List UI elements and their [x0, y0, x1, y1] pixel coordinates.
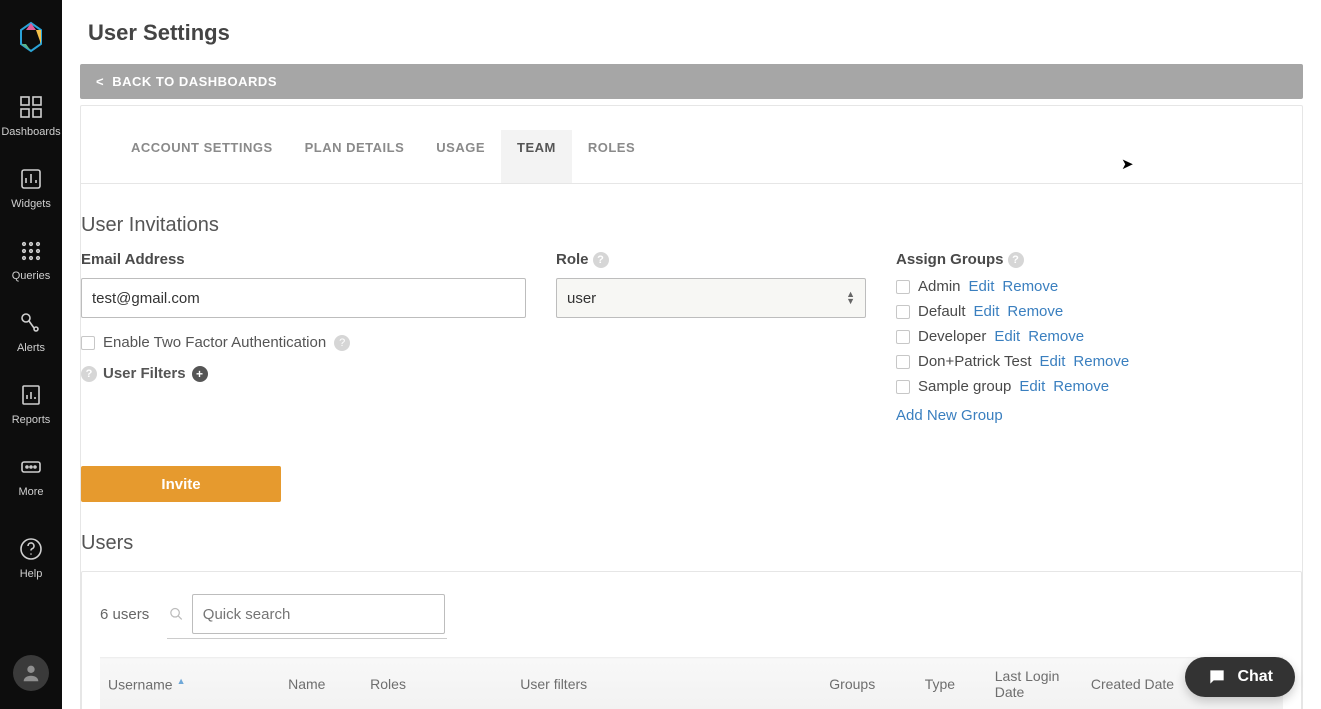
user-avatar[interactable]: [13, 655, 49, 691]
chat-label: Chat: [1237, 668, 1273, 686]
add-new-group-link[interactable]: Add New Group: [896, 407, 1003, 424]
sidebar-item-widgets[interactable]: Widgets: [11, 166, 51, 210]
group-checkbox[interactable]: [896, 380, 910, 394]
edit-group-link[interactable]: Edit: [994, 328, 1020, 345]
app-logo: [14, 20, 48, 54]
sidebar-item-label: Dashboards: [1, 126, 60, 138]
dashboards-icon: [18, 94, 44, 120]
group-checkbox[interactable]: [896, 355, 910, 369]
widgets-icon: [18, 166, 44, 192]
sidebar-item-label: Alerts: [17, 342, 45, 354]
group-checkbox[interactable]: [896, 280, 910, 294]
group-item: Don+Patrick Test Edit Remove: [896, 353, 1302, 370]
tab-plan-details[interactable]: PLAN DETAILS: [289, 130, 421, 183]
users-heading: Users: [81, 532, 1302, 555]
sidebar-item-label: Help: [20, 568, 43, 580]
group-name: Admin: [918, 278, 961, 295]
settings-panel: ACCOUNT SETTINGS PLAN DETAILS USAGE TEAM…: [80, 105, 1303, 709]
email-label: Email Address: [81, 251, 526, 268]
group-item: Developer Edit Remove: [896, 328, 1302, 345]
remove-group-link[interactable]: Remove: [1073, 353, 1129, 370]
chat-button[interactable]: Chat: [1185, 657, 1295, 697]
group-list: Admin Edit Remove Default Edit Remove: [896, 278, 1302, 395]
sidebar-item-label: Reports: [12, 414, 51, 426]
group-item: Default Edit Remove: [896, 303, 1302, 320]
group-checkbox[interactable]: [896, 305, 910, 319]
two-factor-label: Enable Two Factor Authentication: [103, 334, 326, 351]
users-table: Username▲ Name Roles User filters Groups…: [100, 657, 1283, 709]
group-checkbox[interactable]: [896, 330, 910, 344]
back-label: BACK TO DASHBOARDS: [112, 74, 277, 89]
group-item: Sample group Edit Remove: [896, 378, 1302, 395]
two-factor-checkbox[interactable]: [81, 336, 95, 350]
column-user-filters[interactable]: User filters: [512, 658, 821, 709]
page-title: User Settings: [62, 0, 1321, 64]
column-type[interactable]: Type: [917, 658, 987, 709]
user-invitations-heading: User Invitations: [81, 214, 1302, 237]
role-value: user: [567, 290, 596, 307]
help-icon[interactable]: ?: [1008, 252, 1024, 268]
alerts-icon: [18, 310, 44, 336]
tab-account-settings[interactable]: ACCOUNT SETTINGS: [115, 130, 289, 183]
sidebar-item-queries[interactable]: Queries: [12, 238, 51, 282]
search-input[interactable]: [192, 594, 445, 634]
quick-search[interactable]: [167, 590, 447, 639]
group-name: Developer: [918, 328, 986, 345]
invite-button[interactable]: Invite: [81, 466, 281, 502]
remove-group-link[interactable]: Remove: [1028, 328, 1084, 345]
column-last-login[interactable]: Last Login Date: [987, 658, 1083, 709]
more-icon: [18, 454, 44, 480]
add-filter-button[interactable]: +: [192, 366, 208, 382]
sidebar-item-alerts[interactable]: Alerts: [17, 310, 45, 354]
sidebar-item-more[interactable]: More: [18, 454, 44, 498]
search-icon: [169, 606, 184, 622]
users-panel: 6 users Username▲ Name: [81, 571, 1302, 709]
sidebar-item-help[interactable]: Help: [18, 536, 44, 580]
back-to-dashboards-button[interactable]: < BACK TO DASHBOARDS: [80, 64, 1303, 99]
select-caret-icon: ▲▼: [846, 291, 855, 305]
table-header-row: Username▲ Name Roles User filters Groups…: [100, 658, 1283, 709]
column-username[interactable]: Username▲: [100, 658, 280, 709]
column-name[interactable]: Name: [280, 658, 362, 709]
queries-icon: [18, 238, 44, 264]
group-name: Don+Patrick Test: [918, 353, 1032, 370]
tab-roles[interactable]: ROLES: [572, 130, 651, 183]
remove-group-link[interactable]: Remove: [1007, 303, 1063, 320]
help-icon[interactable]: ?: [593, 252, 609, 268]
sort-asc-icon: ▲: [177, 676, 186, 686]
role-select[interactable]: user ▲▼: [556, 278, 866, 318]
edit-group-link[interactable]: Edit: [974, 303, 1000, 320]
user-count: 6 users: [100, 606, 149, 623]
help-icon[interactable]: ?: [81, 366, 97, 382]
remove-group-link[interactable]: Remove: [1002, 278, 1058, 295]
sidebar-item-label: Queries: [12, 270, 51, 282]
column-groups[interactable]: Groups: [821, 658, 916, 709]
sidebar-item-reports[interactable]: Reports: [12, 382, 51, 426]
help-icon[interactable]: ?: [334, 335, 350, 351]
main-content: User Settings ➤ < BACK TO DASHBOARDS ACC…: [62, 0, 1321, 709]
sidebar: Dashboards Widgets Queries Alerts Report: [0, 0, 62, 709]
reports-icon: [18, 382, 44, 408]
user-filters-label: User Filters: [103, 365, 186, 382]
email-input[interactable]: [81, 278, 526, 318]
remove-group-link[interactable]: Remove: [1053, 378, 1109, 395]
sidebar-item-label: More: [18, 486, 43, 498]
sidebar-item-dashboards[interactable]: Dashboards: [1, 94, 60, 138]
assign-groups-label: Assign Groups ?: [896, 251, 1302, 268]
edit-group-link[interactable]: Edit: [969, 278, 995, 295]
group-name: Default: [918, 303, 966, 320]
edit-group-link[interactable]: Edit: [1040, 353, 1066, 370]
group-name: Sample group: [918, 378, 1011, 395]
tab-team[interactable]: TEAM: [501, 130, 572, 183]
settings-tabs: ACCOUNT SETTINGS PLAN DETAILS USAGE TEAM…: [81, 106, 1302, 184]
sidebar-item-label: Widgets: [11, 198, 51, 210]
chat-icon: [1207, 667, 1227, 687]
edit-group-link[interactable]: Edit: [1019, 378, 1045, 395]
column-roles[interactable]: Roles: [362, 658, 512, 709]
help-icon: [18, 536, 44, 562]
chevron-left-icon: <: [96, 74, 104, 89]
tab-usage[interactable]: USAGE: [420, 130, 501, 183]
role-label: Role ?: [556, 251, 866, 268]
group-item: Admin Edit Remove: [896, 278, 1302, 295]
